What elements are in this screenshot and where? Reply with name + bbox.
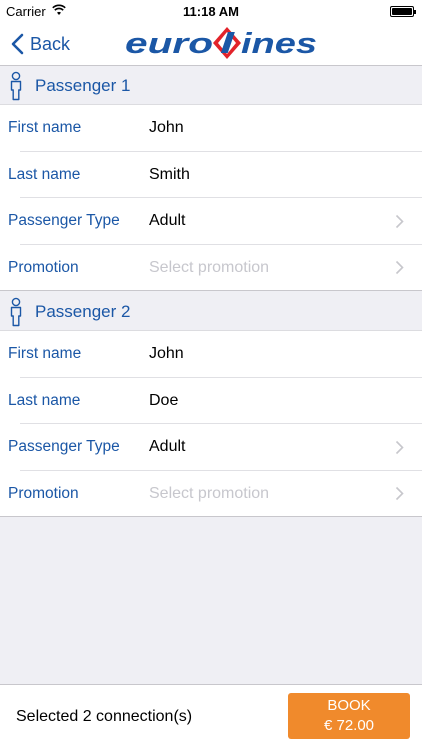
chevron-right-icon xyxy=(395,487,404,501)
chevron-left-icon xyxy=(11,33,24,55)
book-price: € 72.00 xyxy=(323,717,375,734)
passenger-2-header: Passenger 2 xyxy=(0,293,422,331)
passenger-type-row[interactable]: Passenger Type Adult xyxy=(0,424,422,471)
book-button[interactable]: BOOK € 72.00 xyxy=(288,693,410,739)
passenger-1-title: Passenger 1 xyxy=(35,75,131,95)
last-name-label: Last name xyxy=(8,165,81,183)
navigation-bar: Back euro l ines xyxy=(0,22,422,66)
passenger-type-label: Passenger Type xyxy=(8,212,120,230)
passenger-type-row[interactable]: Passenger Type Adult xyxy=(0,198,422,245)
first-name-row[interactable]: First name John xyxy=(0,105,422,152)
passenger-2-form: First name John Last name Doe Passenger … xyxy=(0,331,422,517)
passenger-2-title: Passenger 2 xyxy=(35,301,131,321)
person-icon xyxy=(10,297,22,326)
chevron-right-icon xyxy=(395,214,404,228)
first-name-field[interactable]: John xyxy=(149,345,184,363)
selection-summary: Selected 2 connection(s) xyxy=(16,708,193,725)
last-name-row[interactable]: Last name Doe xyxy=(0,378,422,424)
booking-footer: Selected 2 connection(s) BOOK € 72.00 xyxy=(0,684,422,750)
person-icon xyxy=(10,71,22,100)
last-name-field[interactable]: Smith xyxy=(149,166,190,184)
back-button[interactable]: Back xyxy=(10,30,70,58)
promotion-label: Promotion xyxy=(8,258,79,276)
passenger-type-value: Adult xyxy=(149,438,186,456)
svg-text:euro: euro xyxy=(125,28,213,60)
promotion-row[interactable]: Promotion Select promotion xyxy=(0,245,422,291)
row-separator xyxy=(0,516,422,517)
clock: 11:18 AM xyxy=(183,4,239,19)
promotion-label: Promotion xyxy=(8,484,79,502)
status-bar: Carrier 11:18 AM xyxy=(0,0,422,22)
back-label: Back xyxy=(30,33,71,54)
svg-text:ines: ines xyxy=(241,28,317,60)
chevron-right-icon xyxy=(395,440,404,454)
passenger-type-label: Passenger Type xyxy=(8,438,120,456)
row-separator xyxy=(0,290,422,291)
last-name-row[interactable]: Last name Smith xyxy=(0,152,422,198)
svg-text:l: l xyxy=(220,28,236,60)
first-name-row[interactable]: First name John xyxy=(0,331,422,378)
promotion-placeholder: Select promotion xyxy=(149,484,270,502)
chevron-right-icon xyxy=(395,261,404,275)
last-name-field[interactable]: Doe xyxy=(149,392,178,410)
eurolines-logo: euro l ines xyxy=(125,27,317,60)
promotion-row[interactable]: Promotion Select promotion xyxy=(0,471,422,517)
first-name-label: First name xyxy=(8,119,82,137)
passenger-1-header: Passenger 1 xyxy=(0,67,422,105)
passenger-1-form: First name John Last name Smith Passenge… xyxy=(0,105,422,291)
first-name-label: First name xyxy=(8,345,82,363)
battery-icon xyxy=(390,6,416,17)
promotion-placeholder: Select promotion xyxy=(149,258,270,276)
last-name-label: Last name xyxy=(8,391,81,409)
book-label: BOOK xyxy=(327,697,371,714)
passenger-type-value: Adult xyxy=(149,212,186,230)
first-name-field[interactable]: John xyxy=(149,119,184,137)
